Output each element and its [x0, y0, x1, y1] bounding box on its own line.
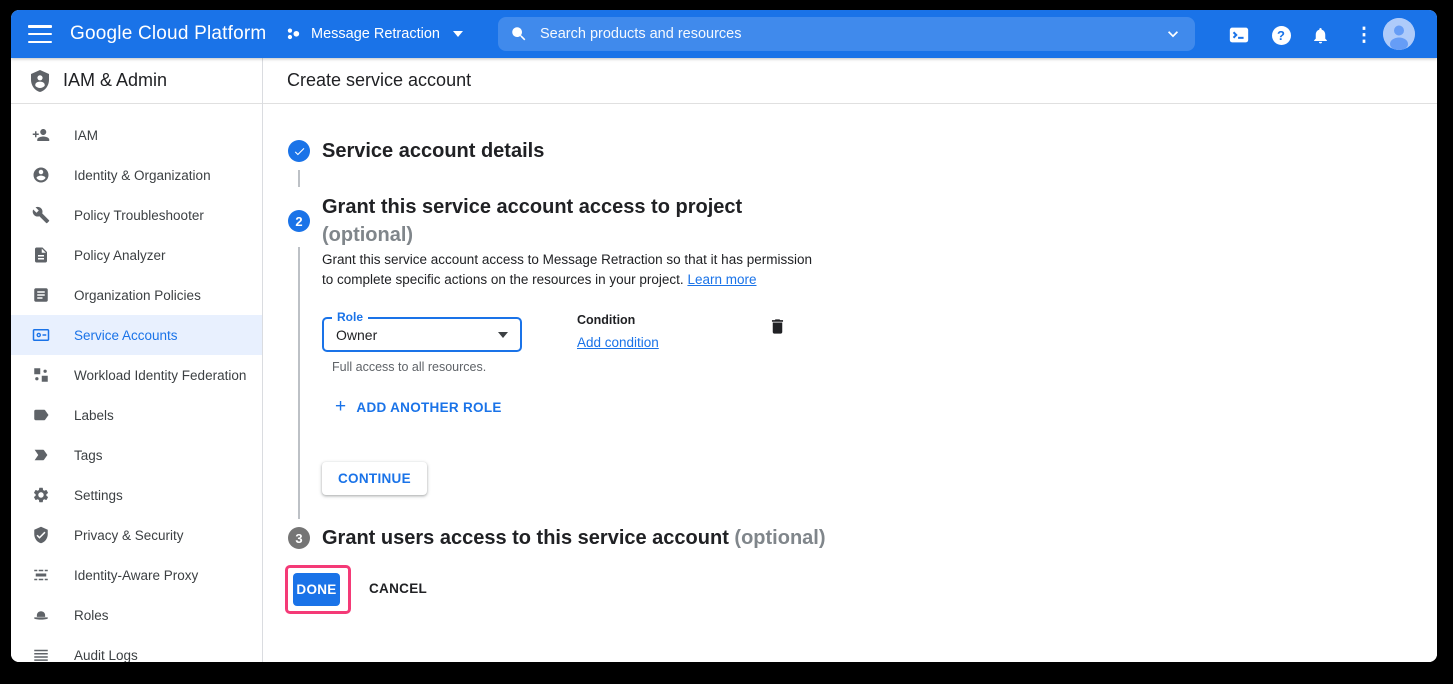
- iam-admin-shield-icon: [28, 69, 52, 93]
- step-1-title[interactable]: Service account details: [322, 137, 544, 165]
- sidebar: IAM & Admin IAM Identity & Organization …: [11, 58, 263, 662]
- step-2-title-text: Grant this service account access to pro…: [322, 193, 742, 221]
- sidebar-item-tags[interactable]: Tags: [11, 435, 262, 475]
- sidebar-item-label: Privacy & Security: [74, 528, 184, 543]
- search-bar[interactable]: [498, 17, 1195, 51]
- article-icon: [32, 286, 50, 304]
- project-dots-icon: [285, 26, 302, 43]
- step-connector-line: [298, 170, 300, 187]
- sidebar-item-label: Workload Identity Federation: [74, 368, 246, 383]
- sidebar-item-label: Tags: [74, 448, 103, 463]
- step-3-optional-label: (optional): [734, 527, 825, 549]
- label-icon: [32, 406, 50, 424]
- continue-button[interactable]: CONTINUE: [322, 462, 427, 495]
- sidebar-item-label: Roles: [74, 608, 109, 623]
- sidebar-item-identity-aware-proxy[interactable]: Identity-Aware Proxy: [11, 555, 262, 595]
- step-connector-line: [298, 247, 300, 519]
- add-condition-link[interactable]: Add condition: [577, 335, 659, 350]
- hat-icon: [32, 606, 50, 624]
- role-select-label: Role: [332, 311, 368, 323]
- shield-check-icon: [32, 526, 50, 544]
- page-header: Create service account: [263, 58, 1437, 104]
- notifications-bell-icon[interactable]: [1309, 24, 1331, 46]
- sidebar-item-service-accounts[interactable]: Service Accounts: [11, 315, 262, 355]
- step-2-title: Grant this service account access to pro…: [322, 193, 742, 249]
- search-icon: [510, 25, 528, 43]
- sidebar-item-audit-logs[interactable]: Audit Logs: [11, 635, 262, 662]
- sidebar-item-label: Policy Analyzer: [74, 248, 166, 263]
- sidebar-item-label: IAM: [74, 128, 98, 143]
- sidebar-item-label: Identity-Aware Proxy: [74, 568, 198, 583]
- sidebar-header: IAM & Admin: [11, 58, 262, 104]
- main-panel: Create service account Service account d…: [263, 58, 1437, 662]
- search-input[interactable]: [540, 26, 1163, 42]
- learn-more-link[interactable]: Learn more: [687, 272, 756, 287]
- step-3-title-text: Grant users access to this service accou…: [322, 527, 729, 549]
- sidebar-item-settings[interactable]: Settings: [11, 475, 262, 515]
- tag-arrow-icon: [32, 446, 50, 464]
- sidebar-item-policy-troubleshooter[interactable]: Policy Troubleshooter: [11, 195, 262, 235]
- cancel-button[interactable]: CANCEL: [369, 581, 427, 596]
- create-service-account-form: Service account details 2 Grant this ser…: [263, 104, 1437, 616]
- sidebar-item-label: Labels: [74, 408, 114, 423]
- step-2-description: Grant this service account access to Mes…: [322, 250, 822, 290]
- top-app-bar: Google Cloud Platform Message Retraction…: [11, 10, 1437, 58]
- sidebar-item-label: Service Accounts: [74, 328, 178, 343]
- sidebar-items: IAM Identity & Organization Policy Troub…: [11, 104, 262, 662]
- step-2-optional-label: (optional): [322, 221, 742, 249]
- cloud-shell-icon[interactable]: [1228, 24, 1250, 46]
- sidebar-item-iam[interactable]: IAM: [11, 115, 262, 155]
- role-select[interactable]: Role Owner: [322, 317, 522, 352]
- sidebar-item-label: Settings: [74, 488, 123, 503]
- person-add-icon: [32, 126, 50, 144]
- help-icon[interactable]: ?: [1270, 24, 1292, 46]
- account-circle-icon: [32, 166, 50, 184]
- wrench-icon: [32, 206, 50, 224]
- chevron-down-icon: [453, 31, 463, 37]
- step-3-number-badge: 3: [288, 527, 310, 549]
- menu-icon[interactable]: [28, 25, 52, 43]
- sidebar-item-organization-policies[interactable]: Organization Policies: [11, 275, 262, 315]
- step-1-complete-check-icon: [288, 140, 310, 162]
- avatar[interactable]: [1383, 18, 1415, 50]
- more-options-icon[interactable]: ⋮: [1353, 24, 1375, 46]
- browser-viewport: Google Cloud Platform Message Retraction…: [11, 10, 1437, 662]
- sidebar-item-label: Audit Logs: [74, 648, 138, 663]
- list-lines-icon: [32, 646, 50, 662]
- sidebar-item-label: Policy Troubleshooter: [74, 208, 204, 223]
- service-account-key-icon: [32, 326, 50, 344]
- step-3-title: Grant users access to this service accou…: [322, 524, 826, 552]
- search-expand-chevron-icon[interactable]: [1163, 24, 1183, 44]
- role-select-value: Owner: [336, 327, 498, 343]
- done-button[interactable]: DONE: [293, 573, 340, 606]
- add-another-role-button[interactable]: + ADD ANOTHER ROLE: [335, 399, 502, 415]
- sidebar-item-workload-identity-federation[interactable]: Workload Identity Federation: [11, 355, 262, 395]
- page-title: Create service account: [287, 70, 471, 91]
- step-2-number-badge: 2: [288, 210, 310, 232]
- role-helper-text: Full access to all resources.: [332, 360, 486, 374]
- plus-icon: +: [335, 399, 346, 415]
- gear-icon: [32, 486, 50, 504]
- sidebar-item-policy-analyzer[interactable]: Policy Analyzer: [11, 235, 262, 275]
- project-selector[interactable]: Message Retraction: [285, 20, 463, 48]
- document-lines-icon: [32, 246, 50, 264]
- sidebar-item-roles[interactable]: Roles: [11, 595, 262, 635]
- blocks-icon: [32, 366, 50, 384]
- sidebar-item-privacy-security[interactable]: Privacy & Security: [11, 515, 262, 555]
- proxy-layers-icon: [32, 566, 50, 584]
- sidebar-item-labels[interactable]: Labels: [11, 395, 262, 435]
- sidebar-item-label: Organization Policies: [74, 288, 201, 303]
- sidebar-item-label: Identity & Organization: [74, 168, 211, 183]
- brand-title[interactable]: Google Cloud Platform: [70, 23, 266, 45]
- dropdown-arrow-icon: [498, 332, 508, 338]
- body-row: IAM & Admin IAM Identity & Organization …: [11, 58, 1437, 662]
- sidebar-title: IAM & Admin: [63, 70, 167, 91]
- delete-role-trash-icon[interactable]: [768, 317, 788, 337]
- sidebar-item-identity-organization[interactable]: Identity & Organization: [11, 155, 262, 195]
- project-name: Message Retraction: [311, 26, 440, 42]
- add-another-role-label: ADD ANOTHER ROLE: [356, 400, 501, 415]
- condition-label: Condition: [577, 313, 635, 327]
